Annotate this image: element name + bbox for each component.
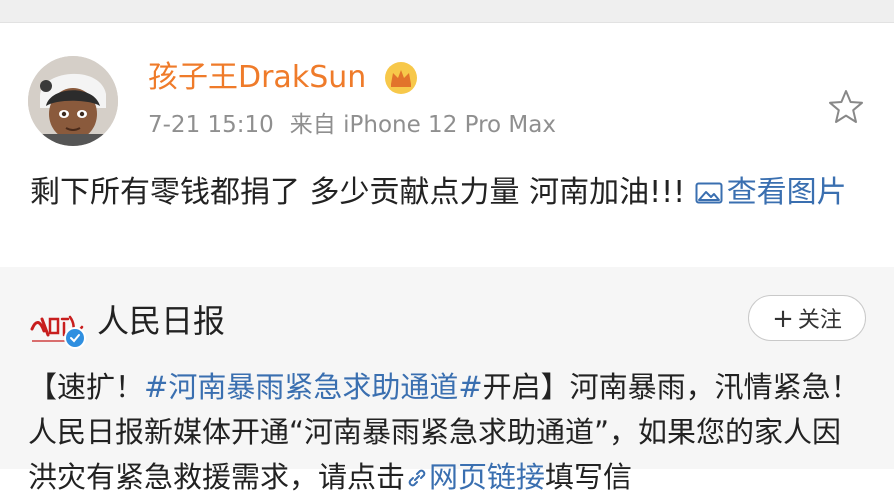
repost-account-name[interactable]: 人民日报 (97, 301, 225, 341)
post-meta: 7-21 15:10 来自 iPhone 12 Pro Max (148, 110, 572, 140)
repost-text: 【速扩！#河南暴雨紧急求助通道#开启】河南暴雨，汛情紧急！人民日报新媒体开通“河… (28, 365, 868, 500)
post-text: 剩下所有零钱都捐了 多少贡献点力量 河南加油!!! (30, 175, 695, 210)
web-link-label: 网页链接 (429, 460, 546, 494)
follow-label: 关注 (797, 308, 842, 333)
username[interactable]: 孩子王DrakSun (148, 61, 366, 95)
avatar-image (28, 56, 118, 146)
verified-badge-icon (64, 327, 86, 349)
crown-icon (385, 62, 417, 94)
post-source[interactable]: 来自 iPhone 12 Pro Max (290, 112, 556, 138)
link-icon (408, 469, 426, 487)
web-link[interactable]: 网页链接 (405, 460, 545, 494)
avatar[interactable] (28, 56, 118, 146)
post-time: 7-21 15:10 (148, 112, 274, 138)
star-icon[interactable] (826, 87, 866, 127)
repost-text-tail: 填写信 (545, 460, 633, 494)
view-image-label: 查看图片 (726, 175, 847, 210)
top-gap (0, 0, 894, 22)
hashtag-link[interactable]: #河南暴雨紧急求助通道# (144, 370, 483, 404)
plus-icon: + (772, 304, 794, 334)
repost-text-prefix: 【速扩！ (28, 370, 145, 404)
weibo-post: 孩子王DrakSun 7-21 15:10 来自 iPhone 12 Pro Ma… (0, 23, 894, 267)
picture-icon (695, 182, 723, 204)
view-image-link[interactable]: 查看图片 (695, 175, 847, 210)
post-content: 剩下所有零钱都捐了 多少贡献点力量 河南加油!!! 查看图片 (30, 169, 860, 216)
follow-button[interactable]: + 关注 (748, 295, 866, 341)
repost-card[interactable]: 人民日报 + 关注 【速扩！#河南暴雨紧急求助通道#开启】河南暴雨，汛情紧急！人民… (0, 267, 894, 494)
